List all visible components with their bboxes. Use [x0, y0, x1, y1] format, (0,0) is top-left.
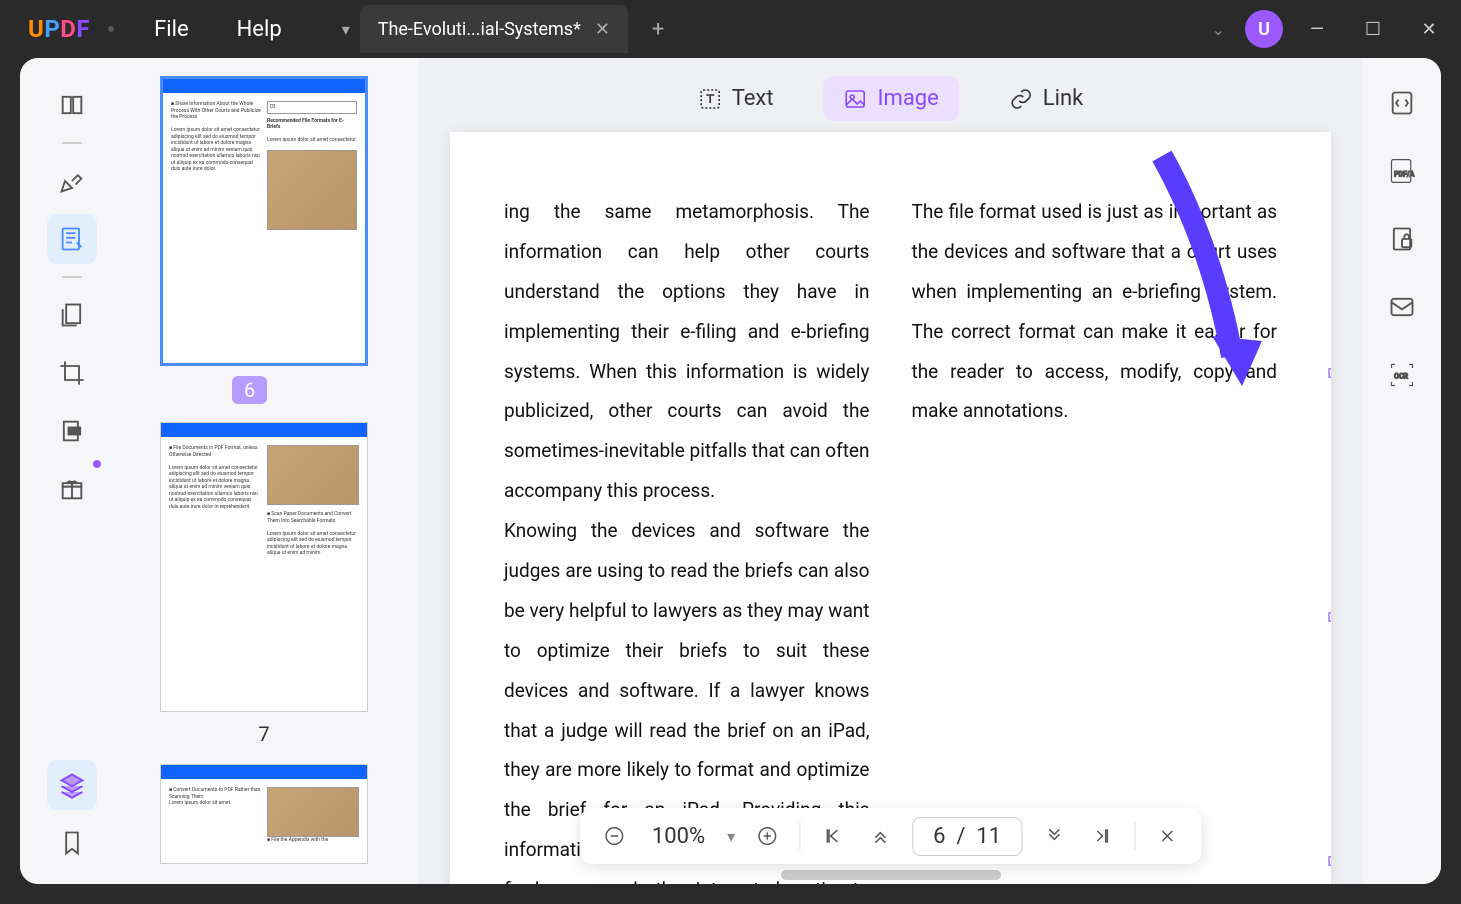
next-page-button[interactable] [1038, 820, 1070, 852]
edit-text-label: Text [732, 86, 774, 111]
chevron-down-icon[interactable]: ⌄ [1204, 12, 1233, 47]
gift-tool[interactable] [47, 464, 97, 514]
resize-handle-w[interactable] [1328, 612, 1332, 622]
link-icon [1009, 87, 1033, 111]
image-icon [844, 87, 868, 111]
edit-mode-tools: Text Image Link [678, 76, 1104, 121]
document-tab[interactable]: The-Evoluti...ial-Systems* ✕ [360, 5, 628, 53]
page-column-right: The file format used is just as importan… [912, 192, 1278, 884]
resize-handle-sw[interactable] [1328, 856, 1332, 866]
thumbnail-page-6[interactable]: ■ Share Information About the Whole Proc… [140, 76, 388, 404]
reader-tool[interactable] [47, 80, 97, 130]
title-bar: UPDF File Help ▾ The-Evoluti...ial-Syste… [0, 0, 1461, 58]
main-view: Text Image Link ing the same metamorphos… [418, 58, 1363, 884]
page-column-left: ing the same metamorphosis. The informat… [504, 192, 870, 884]
crop-tool[interactable] [47, 348, 97, 398]
close-window-button[interactable]: ✕ [1407, 7, 1451, 51]
zoom-out-button[interactable] [598, 820, 630, 852]
thumbnail-page-7[interactable]: ■ File Documents in PDF Format, unless O… [140, 422, 388, 746]
last-page-button[interactable] [1086, 820, 1118, 852]
zoom-level: 100% [646, 824, 711, 849]
svg-text:PDF/A: PDF/A [1394, 170, 1415, 178]
annotate-tool[interactable] [47, 156, 97, 206]
user-avatar[interactable]: U [1245, 10, 1283, 48]
protect-tool[interactable] [1381, 218, 1423, 260]
thumbnail-number: 7 [140, 722, 388, 746]
left-tool-rail [20, 58, 124, 884]
rail-separator [62, 142, 82, 144]
bookmark-panel-button[interactable] [47, 818, 97, 868]
workspace: ■ Share Information About the Whole Proc… [20, 58, 1441, 884]
tab-dropdown-icon[interactable]: ▾ [342, 20, 350, 39]
pdfa-tool[interactable]: PDF/A [1381, 150, 1423, 192]
edit-link-label: Link [1043, 86, 1084, 111]
minimize-button[interactable]: — [1295, 7, 1339, 51]
thumbnail-panel[interactable]: ■ Share Information About the Whole Proc… [124, 58, 418, 884]
thumbnail-number: 6 [232, 376, 267, 404]
thumbnail-page-8[interactable]: ■ Convert Documents to PDF Rather than S… [140, 764, 388, 864]
main-menu: File Help [154, 17, 282, 42]
rail-separator [62, 276, 82, 278]
prev-page-button[interactable] [864, 820, 896, 852]
edit-tool[interactable] [47, 214, 97, 264]
pages-tool[interactable] [47, 290, 97, 340]
redact-tool[interactable] [47, 406, 97, 456]
edit-link-button[interactable]: Link [989, 76, 1104, 121]
page-canvas[interactable]: ing the same metamorphosis. The informat… [450, 132, 1331, 884]
tab-title: The-Evoluti...ial-Systems* [378, 19, 581, 40]
close-bar-button[interactable] [1151, 820, 1183, 852]
view-control-bar: 100% ▾ 6 / 11 [580, 808, 1201, 864]
window-controls: ⌄ U — ☐ ✕ [1204, 0, 1451, 58]
page-indicator[interactable]: 6 / 11 [912, 817, 1022, 856]
right-tool-rail: PDF/A OCR [1363, 58, 1441, 884]
new-tab-icon[interactable]: + [652, 17, 664, 42]
svg-text:OCR: OCR [1394, 373, 1408, 381]
horizontal-scrollbar[interactable] [781, 870, 1001, 880]
layers-panel-button[interactable] [47, 760, 97, 810]
zoom-in-button[interactable] [751, 820, 783, 852]
convert-tool[interactable] [1381, 82, 1423, 124]
app-logo: UPDF [28, 15, 90, 43]
share-tool[interactable] [1381, 286, 1423, 328]
menu-file[interactable]: File [154, 17, 189, 42]
edit-text-button[interactable]: Text [678, 76, 794, 121]
menu-help[interactable]: Help [237, 17, 282, 42]
zoom-dropdown-icon[interactable]: ▾ [727, 827, 735, 846]
logo-dot [108, 26, 114, 32]
edit-image-label: Image [878, 86, 939, 111]
first-page-button[interactable] [816, 820, 848, 852]
resize-handle-nw[interactable] [1328, 368, 1332, 378]
edit-image-button[interactable]: Image [824, 76, 959, 121]
ocr-tool[interactable]: OCR [1381, 354, 1423, 396]
tab-strip: ▾ The-Evoluti...ial-Systems* ✕ + [342, 5, 665, 53]
tab-close-icon[interactable]: ✕ [595, 19, 610, 40]
maximize-button[interactable]: ☐ [1351, 7, 1395, 51]
text-icon [698, 87, 722, 111]
